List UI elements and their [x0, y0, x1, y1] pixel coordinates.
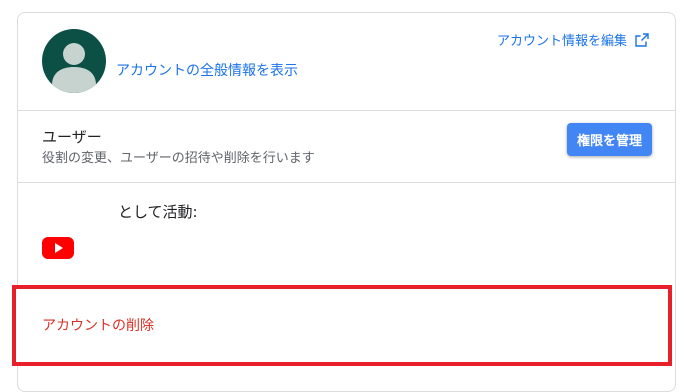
acting-as-section: として活動:	[18, 183, 675, 293]
manage-permissions-button[interactable]: 権限を管理	[566, 123, 652, 156]
avatar[interactable]	[42, 29, 106, 93]
account-header: アカウントの全般情報を表示 アカウント情報を編集	[18, 13, 675, 111]
person-icon	[52, 43, 96, 93]
edit-account-info-label: アカウント情報を編集	[496, 34, 627, 49]
users-section: ユーザー 役割の変更、ユーザーの招待や削除を行います 権限を管理	[18, 110, 675, 183]
view-account-info-link[interactable]: アカウントの全般情報を表示	[116, 60, 298, 80]
users-description: 役割の変更、ユーザーの招待や削除を行います	[42, 151, 315, 166]
external-link-icon	[635, 32, 649, 47]
delete-account-link[interactable]: アカウントの削除	[42, 315, 154, 335]
users-title: ユーザー	[42, 128, 102, 146]
edit-account-info-link[interactable]: アカウント情報を編集	[497, 30, 649, 49]
acting-as-label: として活動:	[118, 203, 198, 221]
youtube-icon[interactable]	[42, 237, 74, 259]
